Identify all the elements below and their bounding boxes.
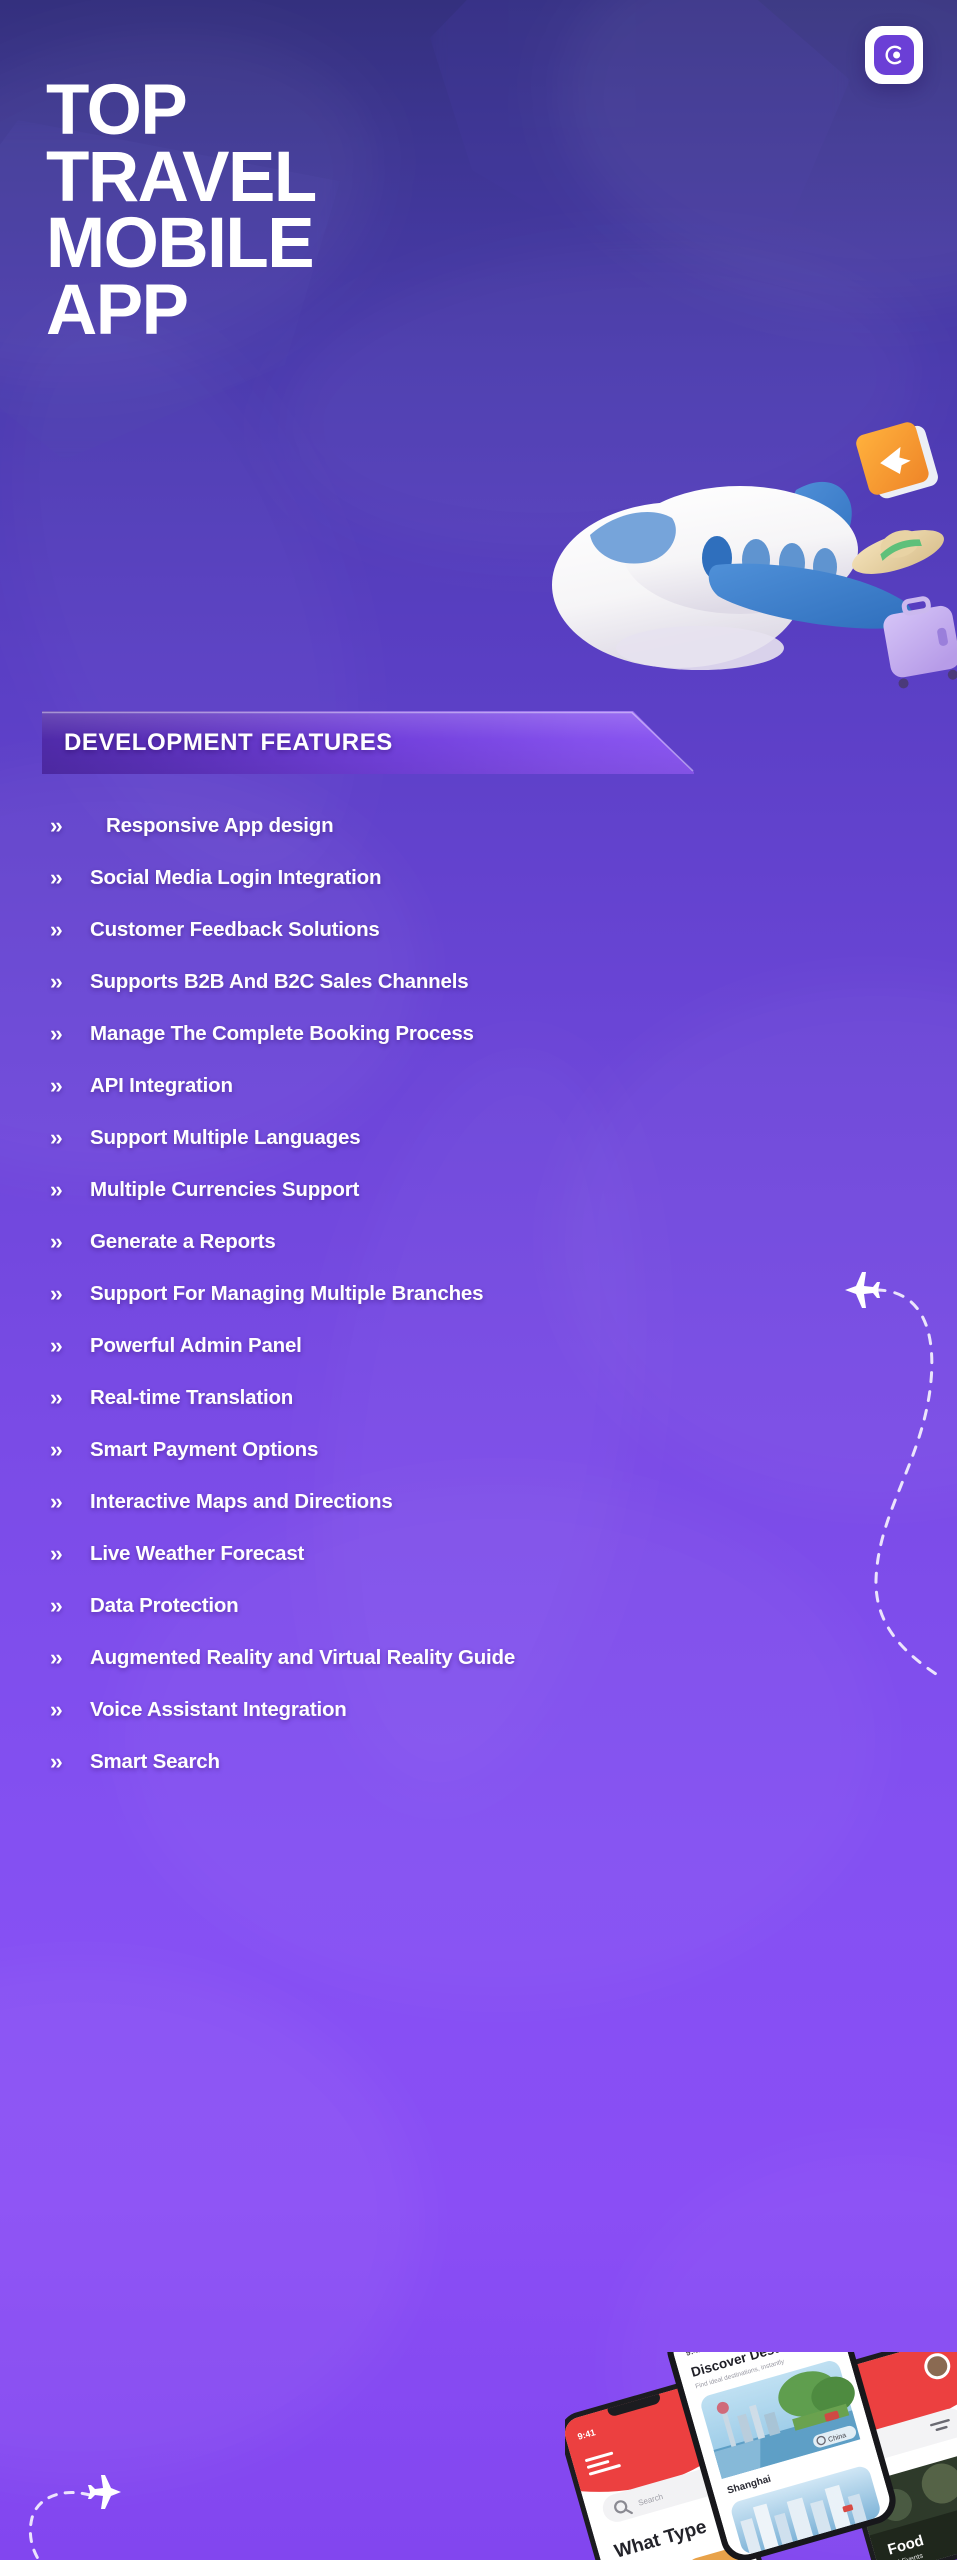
feature-label: Support Multiple Languages <box>90 1126 361 1149</box>
feature-label: Smart Payment Options <box>90 1438 319 1461</box>
feature-label: Supports B2B And B2C Sales Channels <box>90 970 469 993</box>
feature-item[interactable]: ›› Powerful Admin Panel <box>44 1320 934 1372</box>
feature-item[interactable]: ›› Responsive App design <box>44 800 934 852</box>
feature-list: ›› Responsive App design ›› Social Media L… <box>44 800 934 1788</box>
feature-item[interactable]: ›› API Integration <box>44 1060 934 1112</box>
dashed-trail <box>28 2491 92 2560</box>
section-banner: DEVELOPMENT FEATURES <box>42 711 694 774</box>
headline-line-3: MOBILE <box>46 204 315 284</box>
feature-label: Live Weather Forecast <box>90 1542 305 1565</box>
chevron-right-icon: ›› <box>50 1437 63 1462</box>
chevron-right-icon: ›› <box>50 865 63 890</box>
feature-label: Multiple Currencies Support <box>90 1178 360 1201</box>
chevron-right-icon: ›› <box>50 969 63 994</box>
section-banner-title: DEVELOPMENT FEATURES <box>64 728 393 756</box>
chevron-right-icon: ›› <box>50 1073 63 1098</box>
feature-item[interactable]: ›› Customer Feedback Solutions <box>44 904 934 956</box>
chevron-right-icon: ›› <box>50 1645 63 1670</box>
feature-item[interactable]: ›› Interactive Maps and Directions <box>44 1476 934 1528</box>
feature-label: Real-time Translation <box>90 1386 294 1409</box>
chevron-right-icon: ›› <box>50 813 63 838</box>
headline-line-1: TOP <box>46 71 188 150</box>
background-blob-7 <box>0 1960 420 2480</box>
chevron-right-icon: ›› <box>50 917 63 942</box>
straw-hat-icon <box>852 530 944 574</box>
chevron-right-icon: ›› <box>50 1333 63 1358</box>
plane-icon <box>88 2475 121 2509</box>
passport-ticket-icon <box>856 422 938 499</box>
feature-label: Generate a Reports <box>90 1230 276 1253</box>
feature-item[interactable]: ›› Support Multiple Languages <box>44 1112 934 1164</box>
feature-item[interactable]: ›› Augmented Reality and Virtual Reality … <box>44 1632 934 1684</box>
plane-trail-left <box>0 2440 210 2560</box>
feature-label: Manage The Complete Booking Process <box>90 1022 474 1045</box>
feature-item[interactable]: ›› Multiple Currencies Support <box>44 1164 934 1216</box>
feature-item[interactable]: ›› Support For Managing Multiple Branches <box>44 1268 934 1320</box>
infographic-poster: TOP TRAVEL MOBILE APP DEVELOPMENT FEATUR… <box>0 0 957 2560</box>
feature-label: Social Media Login Integration <box>90 866 382 889</box>
feature-item[interactable]: ›› Live Weather Forecast <box>44 1528 934 1580</box>
feature-label: Smart Search <box>90 1750 220 1773</box>
feature-item[interactable]: ›› Social Media Login Integration <box>44 852 934 904</box>
feature-item[interactable]: ›› Data Protection <box>44 1580 934 1632</box>
feature-label: Voice Assistant Integration <box>90 1698 347 1721</box>
feature-item[interactable]: ›› Manage The Complete Booking Process <box>44 1008 934 1060</box>
chevron-right-icon: ›› <box>50 1385 63 1410</box>
chevron-right-icon: ›› <box>50 1125 63 1150</box>
feature-item[interactable]: ›› Smart Payment Options <box>44 1424 934 1476</box>
feature-label: Customer Feedback Solutions <box>90 918 380 941</box>
chevron-right-icon: ›› <box>50 1593 63 1618</box>
feature-item[interactable]: ›› Real-time Translation <box>44 1372 934 1424</box>
feature-item[interactable]: ›› Supports B2B And B2C Sales Channels <box>44 956 934 1008</box>
chevron-right-icon: ›› <box>50 1489 63 1514</box>
feature-label: Data Protection <box>90 1594 239 1617</box>
app-logo-c-icon <box>885 45 902 65</box>
page-title: TOP TRAVEL MOBILE APP <box>46 71 666 351</box>
airplane-illustration <box>520 410 957 710</box>
chevron-right-icon: ›› <box>50 1229 63 1254</box>
app-logo[interactable] <box>865 26 923 84</box>
feature-item[interactable]: ›› Smart Search <box>44 1736 934 1788</box>
chevron-right-icon: ›› <box>50 1749 63 1774</box>
feature-label: Interactive Maps and Directions <box>90 1490 393 1513</box>
headline-line-2: TRAVEL <box>46 137 317 217</box>
feature-label: Responsive App design <box>106 814 334 837</box>
chevron-right-icon: ›› <box>50 1281 63 1306</box>
headline-line-4: APP <box>46 271 189 351</box>
feature-item[interactable]: ›› Generate a Reports <box>44 1216 934 1268</box>
feature-label: Powerful Admin Panel <box>90 1334 302 1357</box>
feature-label: Support For Managing Multiple Branches <box>90 1282 484 1305</box>
chevron-right-icon: ›› <box>50 1697 63 1722</box>
chevron-right-icon: ›› <box>50 1541 63 1566</box>
feature-label: API Integration <box>90 1074 233 1097</box>
chevron-right-icon: ›› <box>50 1177 63 1202</box>
phone-mockups: Food 5K Events 9:41 <box>560 2289 957 2560</box>
feature-item[interactable]: ›› Voice Assistant Integration <box>44 1684 934 1736</box>
feature-label: Augmented Reality and Virtual Reality Gu… <box>90 1646 516 1669</box>
chevron-right-icon: ›› <box>50 1021 63 1046</box>
app-logo-tile <box>874 35 914 75</box>
